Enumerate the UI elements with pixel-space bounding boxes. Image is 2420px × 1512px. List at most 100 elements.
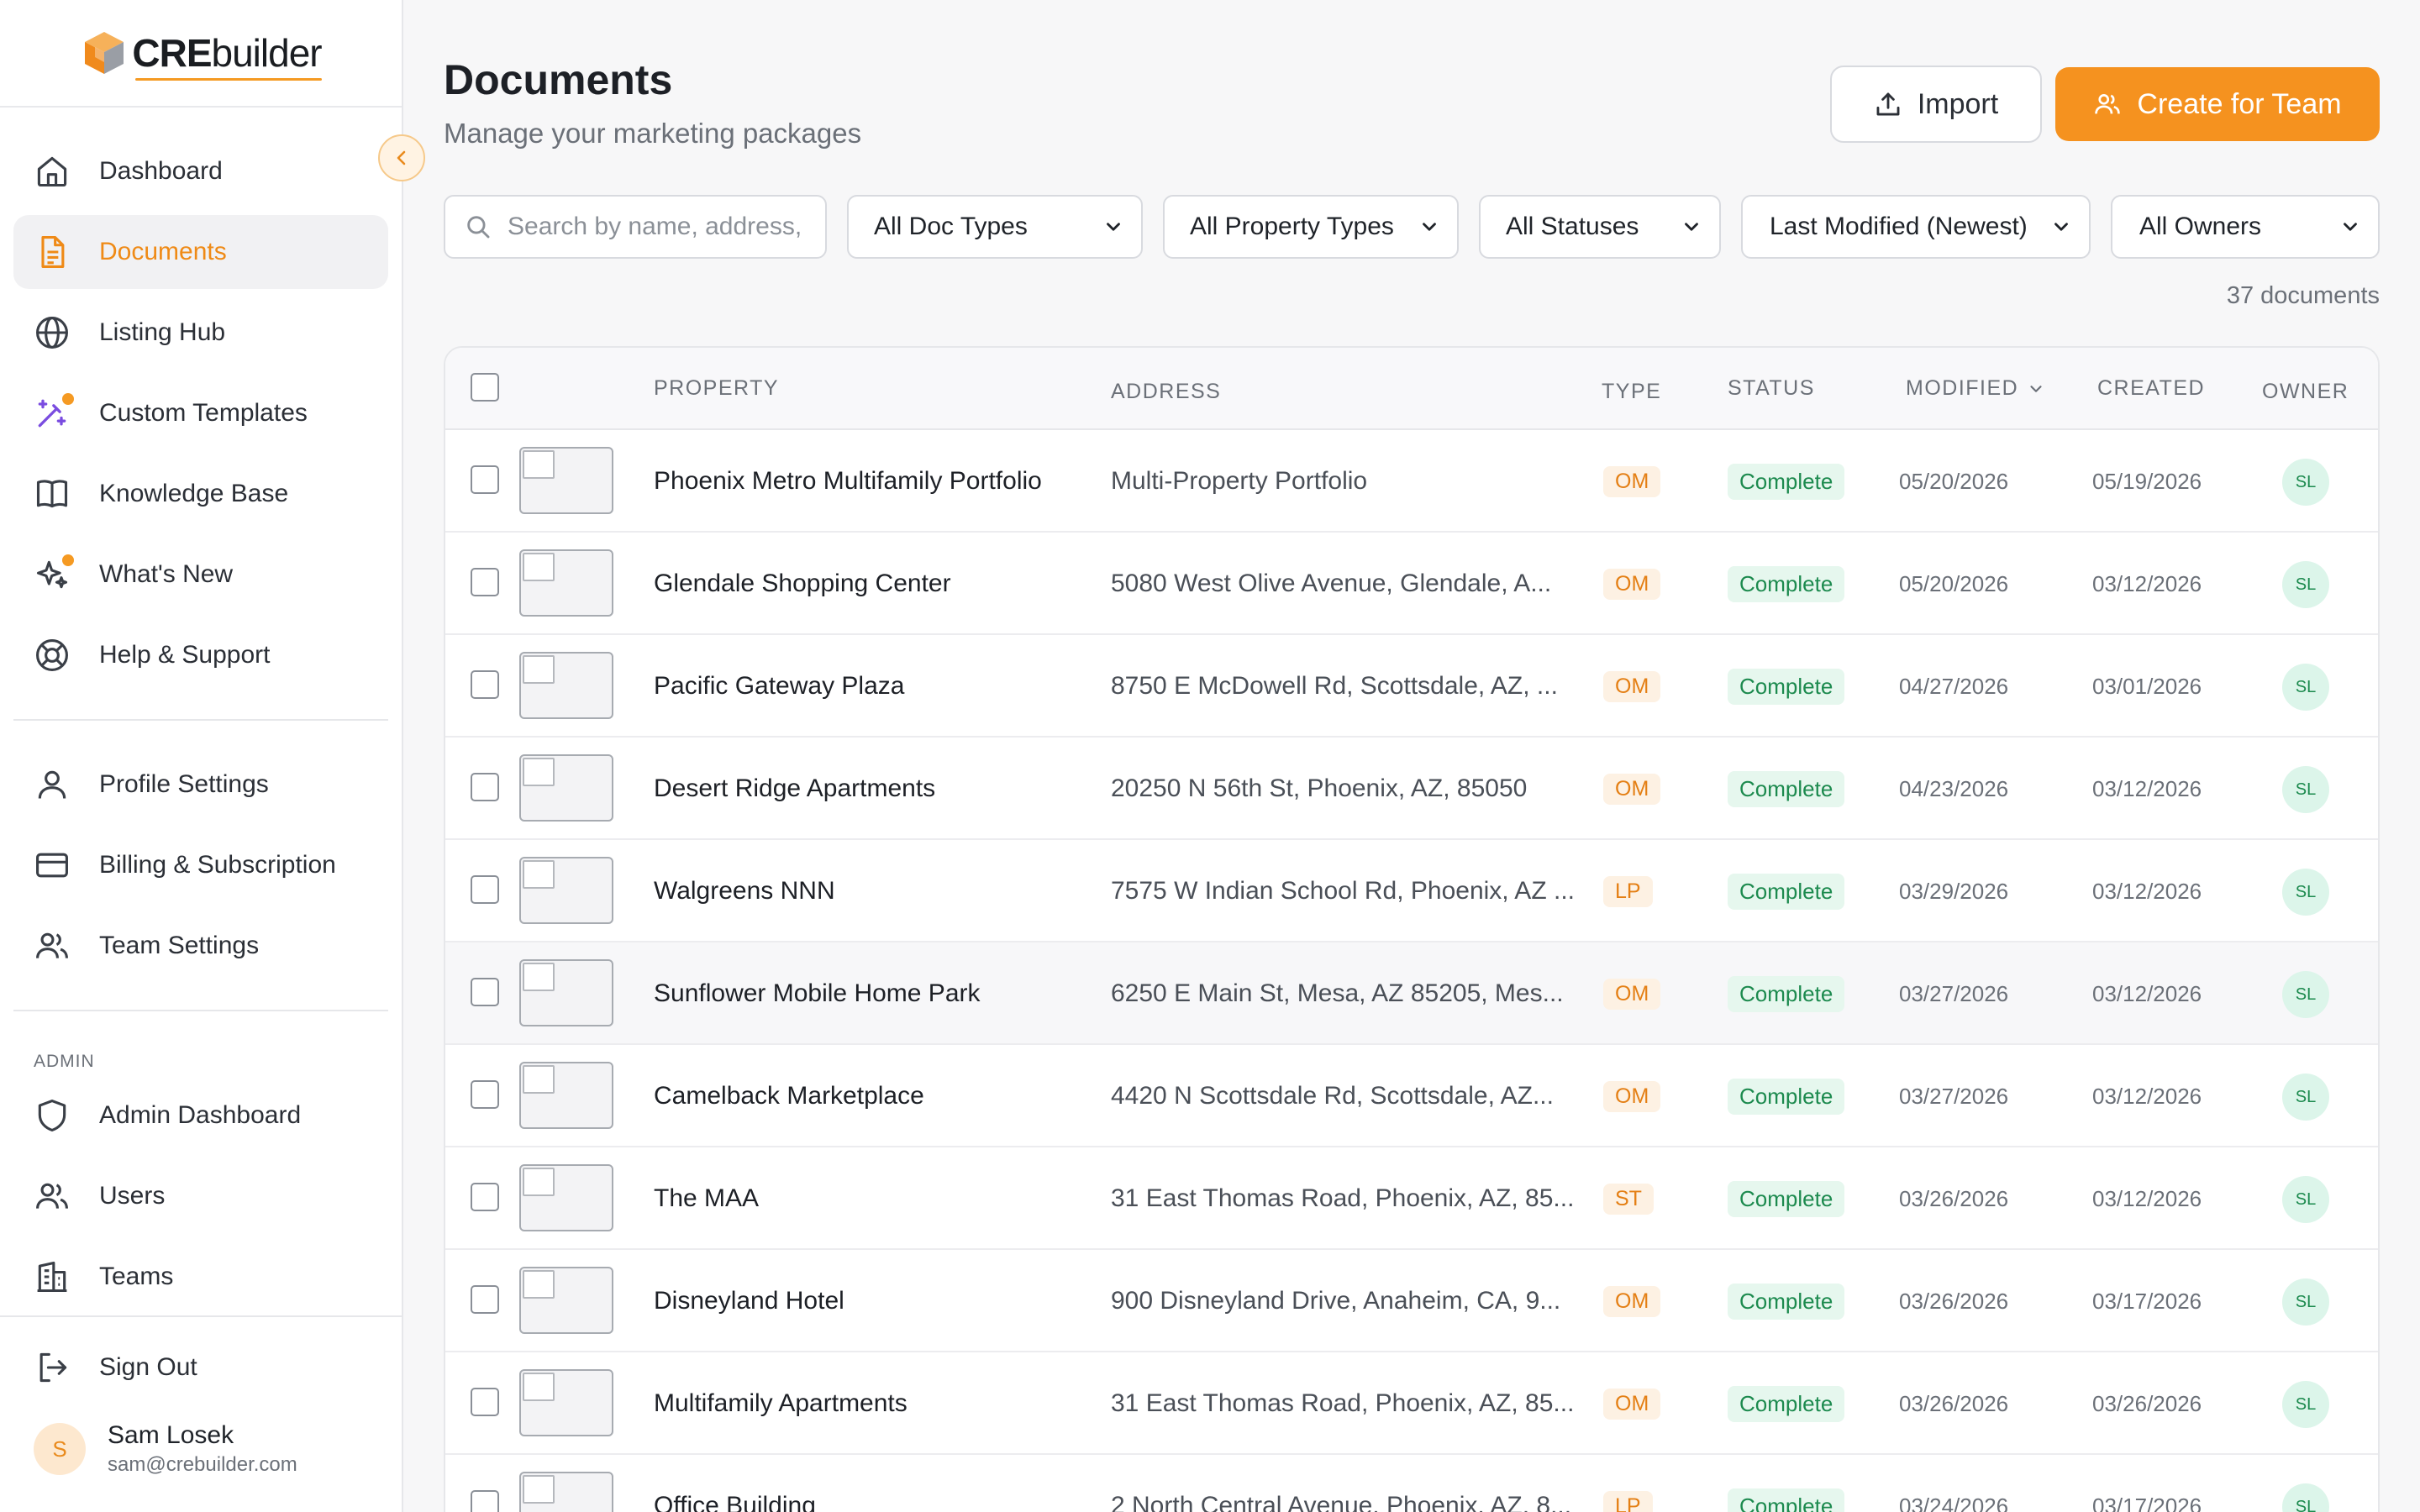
nav-team-settings[interactable]: Team Settings	[13, 909, 388, 983]
table-row[interactable]: Pacific Gateway Plaza 8750 E McDowell Rd,…	[445, 635, 2378, 738]
property-name[interactable]: Glendale Shopping Center	[654, 533, 951, 635]
property-thumbnail	[519, 1267, 613, 1334]
table-row[interactable]: Walgreens NNN 7575 W Indian School Rd, Ph…	[445, 840, 2378, 942]
sort-select[interactable]: Last Modified (Newest)	[1741, 195, 2091, 259]
row-checkbox[interactable]	[471, 1388, 499, 1416]
column-header-owner[interactable]: OWNER	[2262, 380, 2349, 404]
property-name[interactable]: Multifamily Apartments	[654, 1352, 908, 1455]
owner-avatar[interactable]: SL	[2282, 766, 2329, 813]
owner-avatar[interactable]: SL	[2282, 1278, 2329, 1326]
nav-billing-subscription[interactable]: Billing & Subscription	[13, 828, 388, 902]
nav-documents[interactable]: Documents	[13, 215, 388, 289]
owner-avatar[interactable]: SL	[2282, 1483, 2329, 1512]
shield-icon	[34, 1097, 71, 1134]
owner-avatar[interactable]: SL	[2282, 561, 2329, 608]
owner-avatar[interactable]: SL	[2282, 1176, 2329, 1223]
property-name[interactable]: Phoenix Metro Multifamily Portfolio	[654, 430, 1042, 533]
table-row[interactable]: Office Building 2 North Central Avenue, P…	[445, 1455, 2378, 1512]
nav-profile-settings[interactable]: Profile Settings	[13, 748, 388, 822]
nav-custom-templates-label: Custom Templates	[99, 399, 308, 427]
table-row[interactable]: Disneyland Hotel 900 Disneyland Drive, An…	[445, 1250, 2378, 1352]
document-icon	[34, 234, 71, 270]
property-name[interactable]: Camelback Marketplace	[654, 1045, 924, 1147]
user-email: sam@crebuilder.com	[108, 1453, 297, 1476]
users-icon	[34, 927, 71, 964]
select-all-checkbox[interactable]	[471, 373, 499, 402]
sign-out-button[interactable]: Sign Out	[13, 1331, 388, 1404]
nav-teams-label: Teams	[99, 1263, 174, 1290]
owner-avatar[interactable]: SL	[2282, 971, 2329, 1018]
owner-select[interactable]: All Owners	[2111, 195, 2380, 259]
property-name[interactable]: Sunflower Mobile Home Park	[654, 942, 981, 1045]
owner-avatar[interactable]: SL	[2282, 869, 2329, 916]
owner-avatar[interactable]: SL	[2282, 1074, 2329, 1121]
table-row[interactable]: Camelback Marketplace 4420 N Scottsdale R…	[445, 1045, 2378, 1147]
doc-type-badge: OM	[1603, 670, 1661, 702]
column-header-address[interactable]: ADDRESS	[1111, 380, 1221, 404]
doc-type-cell: OM	[1603, 1352, 1661, 1455]
property-name[interactable]: Disneyland Hotel	[654, 1250, 844, 1352]
property-name[interactable]: Walgreens NNN	[654, 840, 835, 942]
search-input[interactable]: Search by name, address, c	[444, 195, 827, 259]
row-checkbox[interactable]	[471, 773, 499, 801]
nav-knowledge-base[interactable]: Knowledge Base	[13, 457, 388, 531]
status-select[interactable]: All Statuses	[1479, 195, 1721, 259]
property-thumbnail	[519, 1062, 613, 1129]
doc-type-cell: ST	[1603, 1147, 1654, 1250]
property-name[interactable]: Office Building	[654, 1455, 816, 1512]
property-address: 7575 W Indian School Rd, Phoenix, AZ ...	[1111, 877, 1575, 905]
nav-dashboard[interactable]: Dashboard	[13, 134, 388, 208]
doc-type-cell: OM	[1603, 533, 1661, 635]
row-checkbox[interactable]	[471, 465, 499, 494]
table-row[interactable]: Multifamily Apartments 31 East Thomas Roa…	[445, 1352, 2378, 1455]
collapse-sidebar-button[interactable]	[378, 134, 425, 181]
created-date: 03/12/2026	[2092, 878, 2202, 904]
column-header-property[interactable]: PROPERTY	[654, 376, 779, 401]
doc-type-badge: OM	[1603, 773, 1661, 805]
row-checkbox[interactable]	[471, 875, 499, 904]
modified-date: 04/23/2026	[1899, 775, 2009, 801]
row-checkbox[interactable]	[471, 1183, 499, 1211]
nav-admin-dashboard[interactable]: Admin Dashboard	[13, 1079, 388, 1152]
property-name[interactable]: The MAA	[654, 1147, 759, 1250]
owner-avatar[interactable]: SL	[2282, 459, 2329, 506]
nav-help-support[interactable]: Help & Support	[13, 618, 388, 692]
doc-type-select[interactable]: All Doc Types	[847, 195, 1143, 259]
chevron-down-icon	[1423, 223, 1436, 231]
column-header-status[interactable]: STATUS	[1728, 376, 1815, 401]
column-header-modified[interactable]: MODIFIED	[1906, 376, 2045, 401]
user-profile[interactable]: S Sam Losek sam@crebuilder.com	[34, 1421, 297, 1477]
table-row[interactable]: Desert Ridge Apartments 20250 N 56th St, …	[445, 738, 2378, 840]
lifebuoy-icon	[34, 637, 71, 674]
nav-whats-new[interactable]: What's New	[13, 538, 388, 612]
column-header-type[interactable]: TYPE	[1602, 380, 1661, 404]
status-badge: Complete	[1728, 565, 1845, 602]
owner-avatar[interactable]: SL	[2282, 1381, 2329, 1428]
status-cell: Complete	[1728, 840, 1845, 942]
app-logo[interactable]: CREbuilder	[0, 0, 402, 108]
table-row[interactable]: The MAA 31 East Thomas Road, Phoenix, AZ,…	[445, 1147, 2378, 1250]
property-name[interactable]: Pacific Gateway Plaza	[654, 635, 904, 738]
row-checkbox[interactable]	[471, 1285, 499, 1314]
doc-type-value: All Doc Types	[874, 213, 1028, 240]
row-checkbox[interactable]	[471, 1490, 499, 1512]
owner-avatar[interactable]: SL	[2282, 664, 2329, 711]
nav-teams[interactable]: Teams	[13, 1240, 388, 1314]
avatar: S	[34, 1423, 86, 1475]
import-button[interactable]: Import	[1830, 66, 2042, 143]
row-checkbox[interactable]	[471, 1080, 499, 1109]
property-name[interactable]: Desert Ridge Apartments	[654, 738, 935, 840]
table-row[interactable]: Phoenix Metro Multifamily Portfolio Multi…	[445, 430, 2378, 533]
property-type-select[interactable]: All Property Types	[1163, 195, 1459, 259]
column-header-created[interactable]: CREATED	[2097, 376, 2205, 401]
table-row[interactable]: Sunflower Mobile Home Park 6250 E Main St…	[445, 942, 2378, 1045]
table-row[interactable]: Glendale Shopping Center 5080 West Olive …	[445, 533, 2378, 635]
row-checkbox[interactable]	[471, 568, 499, 596]
create-for-team-button[interactable]: Create for Team	[2055, 67, 2380, 141]
nav-custom-templates[interactable]: Custom Templates	[13, 376, 388, 450]
row-checkbox[interactable]	[471, 978, 499, 1006]
doc-type-badge: OM	[1603, 1080, 1661, 1112]
nav-listing-hub[interactable]: Listing Hub	[13, 296, 388, 370]
row-checkbox[interactable]	[471, 670, 499, 699]
nav-users[interactable]: Users	[13, 1159, 388, 1233]
